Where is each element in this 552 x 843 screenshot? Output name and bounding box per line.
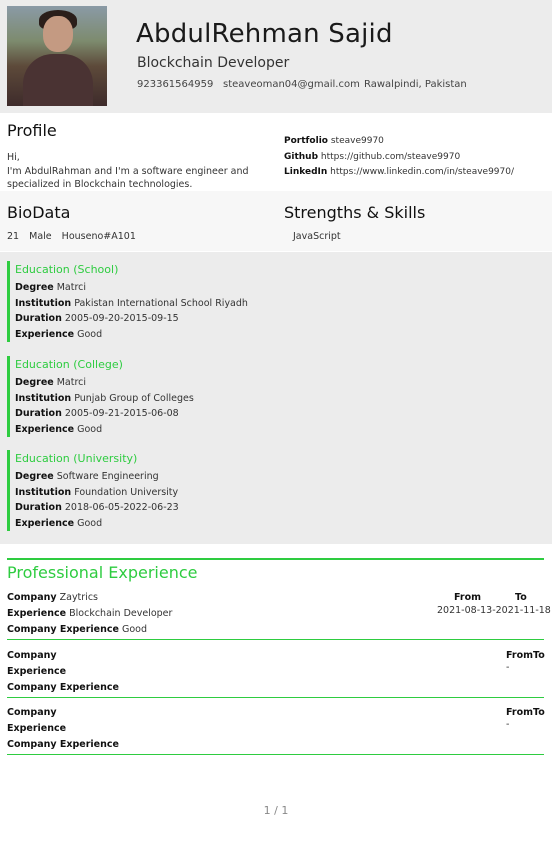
company-experience-label: Company Experience — [7, 624, 119, 635]
biodata-heading: BioData — [7, 203, 71, 222]
resume-header: AbdulRehman Sajid Blockchain Developer 9… — [0, 0, 552, 113]
institution-value: Pakistan International School Riyadh — [74, 297, 248, 309]
biodata-gender: Male — [29, 231, 52, 242]
biodata-values: 21 Male Houseno#A101 — [7, 231, 136, 242]
duration-label: Duration — [15, 502, 62, 513]
education-college: Education (College) Degree Matrci Instit… — [7, 356, 194, 437]
candidate-title: Blockchain Developer — [137, 55, 290, 71]
skill-item: JavaScript — [293, 231, 341, 242]
company-label: Company — [7, 707, 57, 718]
portfolio-link[interactable]: steave9970 — [331, 136, 384, 146]
degree-label: Degree — [15, 377, 54, 388]
institution-value: Punjab Group of Colleges — [74, 392, 194, 404]
github-row: Github https://github.com/steave9970 — [284, 150, 514, 166]
linkedin-label: LinkedIn — [284, 167, 328, 177]
duration-label: Duration — [15, 408, 62, 419]
education-university: Education (University) Degree Software E… — [7, 450, 179, 531]
degree-label: Degree — [15, 471, 54, 482]
experience-label: Experience — [15, 517, 75, 529]
profile-text: Hi, I'm AbdulRahman and I'm a software e… — [7, 151, 287, 192]
experience-dates: - — [506, 662, 510, 673]
experience-label: Experience — [15, 423, 75, 435]
fromto-label: FromTo — [506, 707, 545, 718]
experience-entry: Company Experience Company Experience — [7, 705, 119, 753]
experience-value: Good — [77, 328, 103, 340]
education-school-heading: Education (School) — [15, 263, 119, 276]
experience-value: Good — [77, 423, 103, 435]
experience-label: Experience — [7, 666, 67, 677]
to-label: To — [515, 592, 527, 603]
company-experience-label: Company Experience — [7, 739, 119, 750]
biodata-skills-row — [0, 191, 552, 251]
education-university-heading: Education (University) — [15, 452, 138, 465]
experience-value: Blockchain Developer — [69, 608, 173, 619]
phone-number: 923361564959 — [137, 79, 214, 90]
entry-divider — [7, 639, 544, 640]
institution-label: Institution — [15, 297, 72, 309]
portfolio-label: Portfolio — [284, 136, 328, 146]
company-label: Company — [7, 650, 57, 661]
institution-value: Foundation University — [74, 486, 179, 498]
experience-entry: Company Zaytrics Experience Blockchain D… — [7, 590, 172, 638]
linkedin-link[interactable]: https://www.linkedin.com/in/steave9970/ — [330, 167, 514, 177]
company-value: Zaytrics — [59, 592, 99, 603]
fromto-label: FromTo — [506, 650, 545, 661]
location: Rawalpindi, Pakistan — [364, 79, 467, 90]
experience-dates: - — [506, 719, 510, 730]
degree-value: Matrci — [56, 377, 87, 388]
profile-greeting: Hi, — [7, 152, 20, 163]
company-experience-label: Company Experience — [7, 682, 119, 693]
duration-value: 2018-06-05-2022-06-23 — [64, 502, 179, 513]
from-label: From — [454, 592, 481, 603]
education-school: Education (School) Degree Matrci Institu… — [7, 261, 248, 342]
degree-value: Matrci — [56, 282, 87, 293]
duration-value: 2005-09-20-2015-09-15 — [64, 313, 179, 324]
email-address: steaveoman04@gmail.com — [223, 79, 360, 90]
experience-label: Experience — [15, 328, 75, 340]
entry-divider — [7, 697, 544, 698]
company-label: Company — [7, 592, 57, 603]
biodata-address: Houseno#A101 — [61, 231, 136, 242]
institution-label: Institution — [15, 486, 72, 498]
skills-heading: Strengths & Skills — [284, 203, 426, 222]
institution-label: Institution — [15, 392, 72, 404]
professional-divider — [7, 558, 544, 560]
experience-value: Good — [77, 517, 103, 529]
profile-summary: I'm AbdulRahman and I'm a software engin… — [7, 165, 249, 191]
profile-photo — [7, 6, 107, 106]
profile-heading: Profile — [7, 121, 57, 140]
page-indicator: 1 / 1 — [263, 804, 289, 817]
degree-value: Software Engineering — [56, 471, 159, 482]
biodata-age: 21 — [7, 231, 20, 242]
candidate-name: AbdulRehman Sajid — [136, 19, 393, 49]
professional-heading: Professional Experience — [7, 563, 198, 582]
experience-label: Experience — [7, 608, 67, 619]
education-college-heading: Education (College) — [15, 358, 123, 371]
degree-label: Degree — [15, 282, 54, 293]
entry-divider — [7, 754, 544, 755]
github-link[interactable]: https://github.com/steave9970 — [321, 152, 460, 162]
github-label: Github — [284, 151, 319, 162]
experience-dates: 2021-08-13-2021-11-18 — [437, 605, 551, 616]
linkedin-row: LinkedIn https://www.linkedin.com/in/ste… — [284, 165, 514, 181]
profile-links: Portfolio steave9970 Github https://gith… — [284, 134, 514, 181]
duration-value: 2005-09-21-2015-06-08 — [64, 408, 179, 419]
company-experience-value: Good — [122, 624, 148, 635]
experience-entry: Company Experience Company Experience — [7, 648, 119, 696]
portfolio-row: Portfolio steave9970 — [284, 134, 514, 150]
duration-label: Duration — [15, 313, 62, 324]
experience-label: Experience — [7, 723, 67, 734]
